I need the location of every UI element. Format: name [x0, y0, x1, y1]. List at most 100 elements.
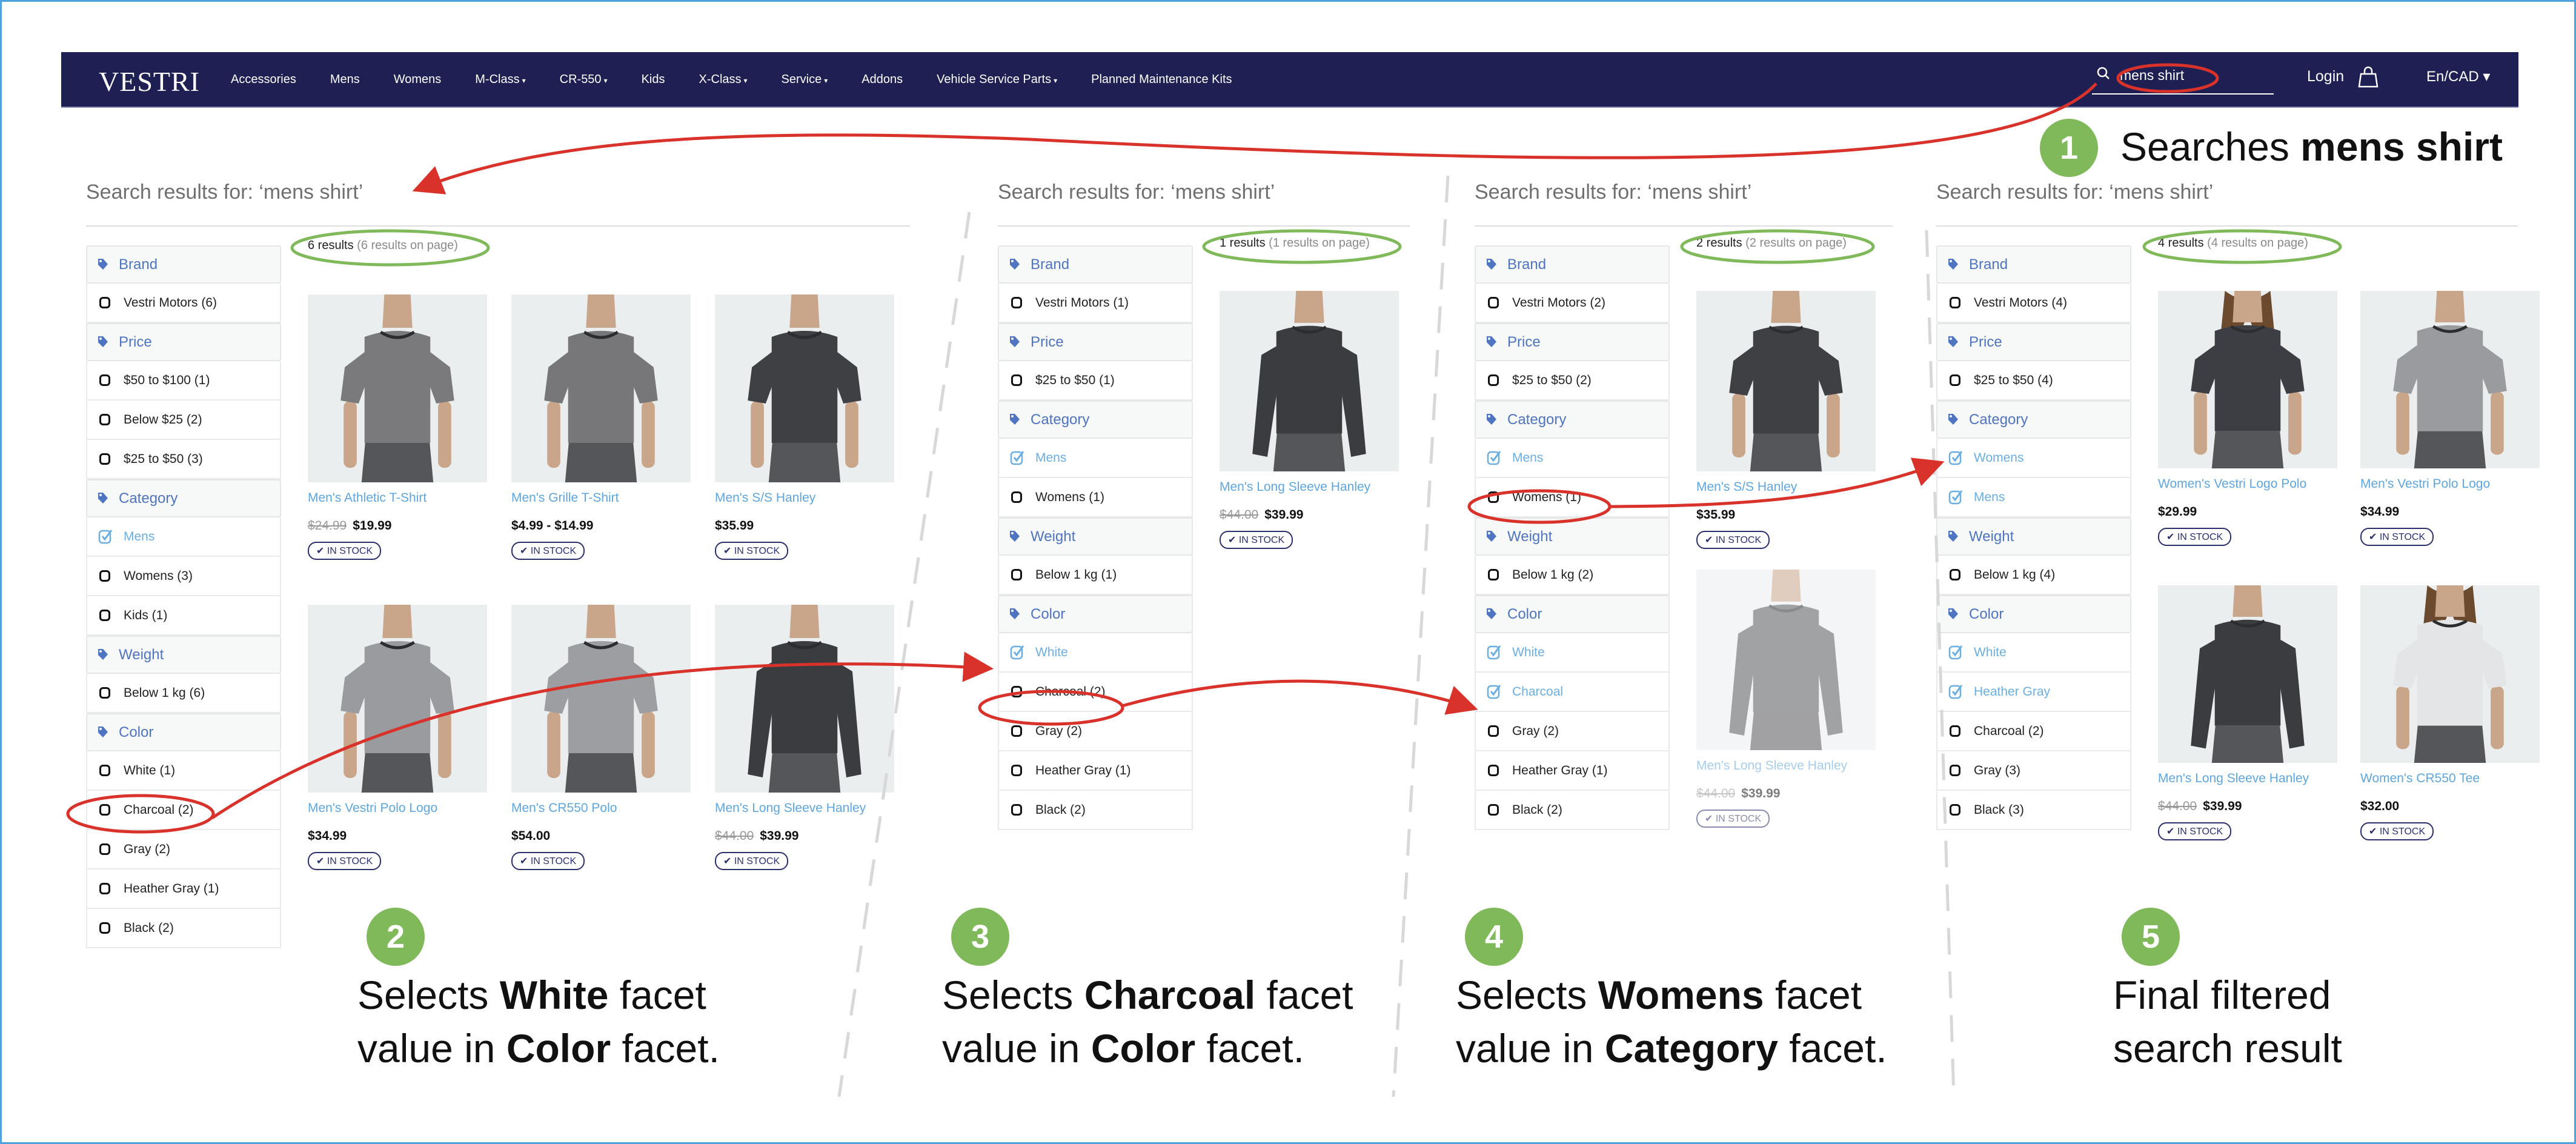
nav-link-service[interactable]: Service ▾: [782, 73, 828, 87]
nav-link-addons[interactable]: Addons: [861, 73, 903, 87]
product-name-link[interactable]: Men's S/S Hanley: [1696, 480, 1797, 494]
checkbox[interactable]: [1011, 686, 1022, 697]
facet-option[interactable]: Below 1 kg (6): [86, 674, 281, 713]
facet-header-color[interactable]: Color: [86, 713, 281, 751]
facet-header-weight[interactable]: Weight: [86, 636, 281, 674]
product-name-link[interactable]: Men's Long Sleeve Hanley: [2158, 771, 2309, 786]
nav-link-vehicle-service-parts[interactable]: Vehicle Service Parts ▾: [937, 73, 1057, 87]
language-currency-dropdown[interactable]: En/CAD ▾: [2426, 68, 2490, 85]
login-link[interactable]: Login: [2307, 68, 2344, 85]
facet-header-category[interactable]: Category: [86, 479, 281, 517]
checked-checkbox-icon[interactable]: [1948, 644, 1964, 660]
product-name-link[interactable]: Men's Vestri Polo Logo: [2360, 477, 2490, 491]
nav-link-accessories[interactable]: Accessories: [231, 73, 296, 87]
facet-header-price[interactable]: Price: [998, 323, 1193, 361]
facet-option[interactable]: Heather Gray (1): [1475, 751, 1670, 791]
checkbox[interactable]: [1488, 765, 1499, 776]
checkbox[interactable]: [1011, 725, 1022, 737]
checkbox[interactable]: [99, 453, 110, 465]
product-image[interactable]: [715, 294, 894, 482]
product-name-link[interactable]: Women's Vestri Logo Polo: [2158, 477, 2306, 491]
facet-header-color[interactable]: Color: [1475, 595, 1670, 633]
product-image[interactable]: [308, 605, 487, 793]
nav-link-kids[interactable]: Kids: [642, 73, 665, 87]
facet-header-weight[interactable]: Weight: [998, 517, 1193, 556]
product-image[interactable]: [1696, 291, 1876, 471]
facet-header-color[interactable]: Color: [998, 595, 1193, 633]
checkbox[interactable]: [99, 610, 110, 621]
nav-link-x-class[interactable]: X-Class ▾: [699, 73, 748, 87]
checkbox[interactable]: [99, 414, 110, 425]
facet-option[interactable]: Charcoal (2): [86, 791, 281, 830]
checkbox[interactable]: [1488, 725, 1499, 737]
facet-option[interactable]: Below $25 (2): [86, 401, 281, 440]
facet-option[interactable]: Womens: [1936, 439, 2131, 478]
product-card[interactable]: Men's Long Sleeve Hanley $44.00 $39.99 ✔ IN…: [715, 605, 894, 871]
facet-option[interactable]: Charcoal (2): [1936, 712, 2131, 751]
nav-link-planned-maintenance-kits[interactable]: Planned Maintenance Kits: [1091, 73, 1232, 87]
facet-option[interactable]: Mens: [86, 517, 281, 557]
product-card[interactable]: Men's Vestri Polo Logo $34.99 ✔ IN STOCK: [308, 605, 487, 871]
product-card[interactable]: Men's S/S Hanley $35.99 ✔ IN STOCK: [1696, 291, 1876, 550]
facet-header-weight[interactable]: Weight: [1475, 517, 1670, 556]
search-input[interactable]: [2119, 67, 2242, 84]
checkbox[interactable]: [1950, 804, 1960, 816]
product-card[interactable]: Men's S/S Hanley $35.99 ✔ IN STOCK: [715, 294, 894, 561]
facet-option[interactable]: White: [998, 633, 1193, 673]
facet-option[interactable]: Heather Gray (1): [998, 751, 1193, 791]
product-name-link[interactable]: Men's Long Sleeve Hanley: [715, 801, 866, 816]
product-image[interactable]: [2158, 291, 2337, 468]
checkbox[interactable]: [1950, 297, 1960, 308]
facet-header-price[interactable]: Price: [1936, 323, 2131, 361]
checked-checkbox-icon[interactable]: [1948, 683, 1964, 699]
checked-checkbox-icon[interactable]: [1487, 683, 1502, 699]
facet-option[interactable]: Black (2): [998, 791, 1193, 830]
checkbox[interactable]: [1950, 374, 1960, 386]
facet-option[interactable]: Vestri Motors (2): [1475, 284, 1670, 323]
facet-option[interactable]: Womens (3): [86, 557, 281, 596]
product-name-link[interactable]: Women's CR550 Tee: [2360, 771, 2480, 786]
facet-option[interactable]: Mens: [998, 439, 1193, 478]
facet-option[interactable]: Gray (2): [86, 830, 281, 870]
facet-option[interactable]: Gray (2): [1475, 712, 1670, 751]
checkbox[interactable]: [99, 922, 110, 934]
product-name-link[interactable]: Men's S/S Hanley: [715, 491, 815, 505]
checked-checkbox-icon[interactable]: [98, 528, 114, 544]
facet-option[interactable]: Below 1 kg (2): [1475, 556, 1670, 595]
checked-checkbox-icon[interactable]: [1948, 450, 1964, 465]
product-image[interactable]: [511, 605, 691, 793]
product-name-link[interactable]: Men's CR550 Polo: [511, 801, 617, 816]
facet-header-price[interactable]: Price: [86, 323, 281, 361]
nav-link-mens[interactable]: Mens: [330, 73, 360, 87]
product-image[interactable]: [2360, 585, 2540, 763]
checkbox[interactable]: [1950, 765, 1960, 776]
product-card[interactable]: Men's Long Sleeve Hanley $44.00 $39.99 ✔ IN…: [2158, 585, 2337, 842]
checkbox[interactable]: [1488, 569, 1499, 580]
checkbox[interactable]: [99, 297, 110, 308]
facet-option[interactable]: Black (2): [86, 909, 281, 948]
facet-header-brand[interactable]: Brand: [1936, 245, 2131, 284]
checkbox[interactable]: [1950, 725, 1960, 737]
checkbox[interactable]: [1011, 804, 1022, 816]
nav-link-womens[interactable]: Womens: [394, 73, 442, 87]
facet-option[interactable]: White: [1475, 633, 1670, 673]
product-card[interactable]: Men's Athletic T-Shirt $24.99 $19.99 ✔ IN S…: [308, 294, 487, 561]
facet-header-brand[interactable]: Brand: [998, 245, 1193, 284]
checkbox[interactable]: [1011, 297, 1022, 308]
checkbox[interactable]: [1488, 374, 1499, 386]
checked-checkbox-icon[interactable]: [1010, 644, 1026, 660]
facet-option[interactable]: Kids (1): [86, 596, 281, 636]
shopping-bag-icon[interactable]: [2357, 65, 2379, 88]
product-image[interactable]: [511, 294, 691, 482]
product-name-link[interactable]: Men's Athletic T-Shirt: [308, 491, 427, 505]
facet-header-price[interactable]: Price: [1475, 323, 1670, 361]
checkbox[interactable]: [1950, 569, 1960, 580]
facet-option[interactable]: Vestri Motors (4): [1936, 284, 2131, 323]
product-card[interactable]: Men's Long Sleeve Hanley $44.00 $39.99 ✔ IN…: [1220, 291, 1399, 550]
facet-header-brand[interactable]: Brand: [86, 245, 281, 284]
facet-option[interactable]: Heather Gray: [1936, 673, 2131, 712]
checkbox[interactable]: [1488, 491, 1499, 503]
vestri-logo[interactable]: VESTRI: [99, 65, 200, 98]
checkbox[interactable]: [99, 883, 110, 894]
facet-header-category[interactable]: Category: [1475, 401, 1670, 439]
